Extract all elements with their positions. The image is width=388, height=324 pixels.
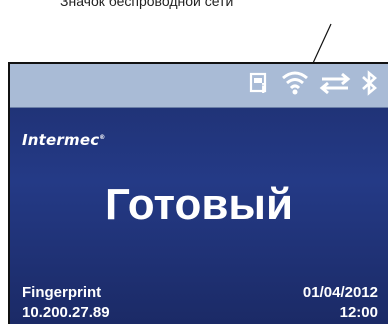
app-name: Fingerprint [22,284,102,301]
callout-label: Значок беспроводной сети [60,0,234,9]
wifi-icon [280,70,310,96]
time-value: 12:00 [339,304,378,321]
printer-status: Готовый [104,180,294,229]
svg-text:i: i [261,82,265,95]
device-info: Fingerprint 10.200.27.89 [22,283,110,323]
date-value: 01/04/2012 [302,284,378,301]
transfer-arrows-icon [318,71,352,95]
ip-address: 10.200.27.89 [22,304,110,321]
trademark-mark: ® [99,134,106,141]
printer-info-icon: i [248,71,272,95]
printer-display: i Intermec® Готовый Fingerprint 10.200.2… [8,62,388,324]
status-icons: i [248,70,378,96]
date-time: 01/04/2012 12:00 [303,283,378,323]
brand-name: Intermec [22,131,100,149]
bluetooth-icon [360,70,378,96]
intermec-logo: Intermec® [22,131,106,149]
status-bar: i [10,64,388,108]
